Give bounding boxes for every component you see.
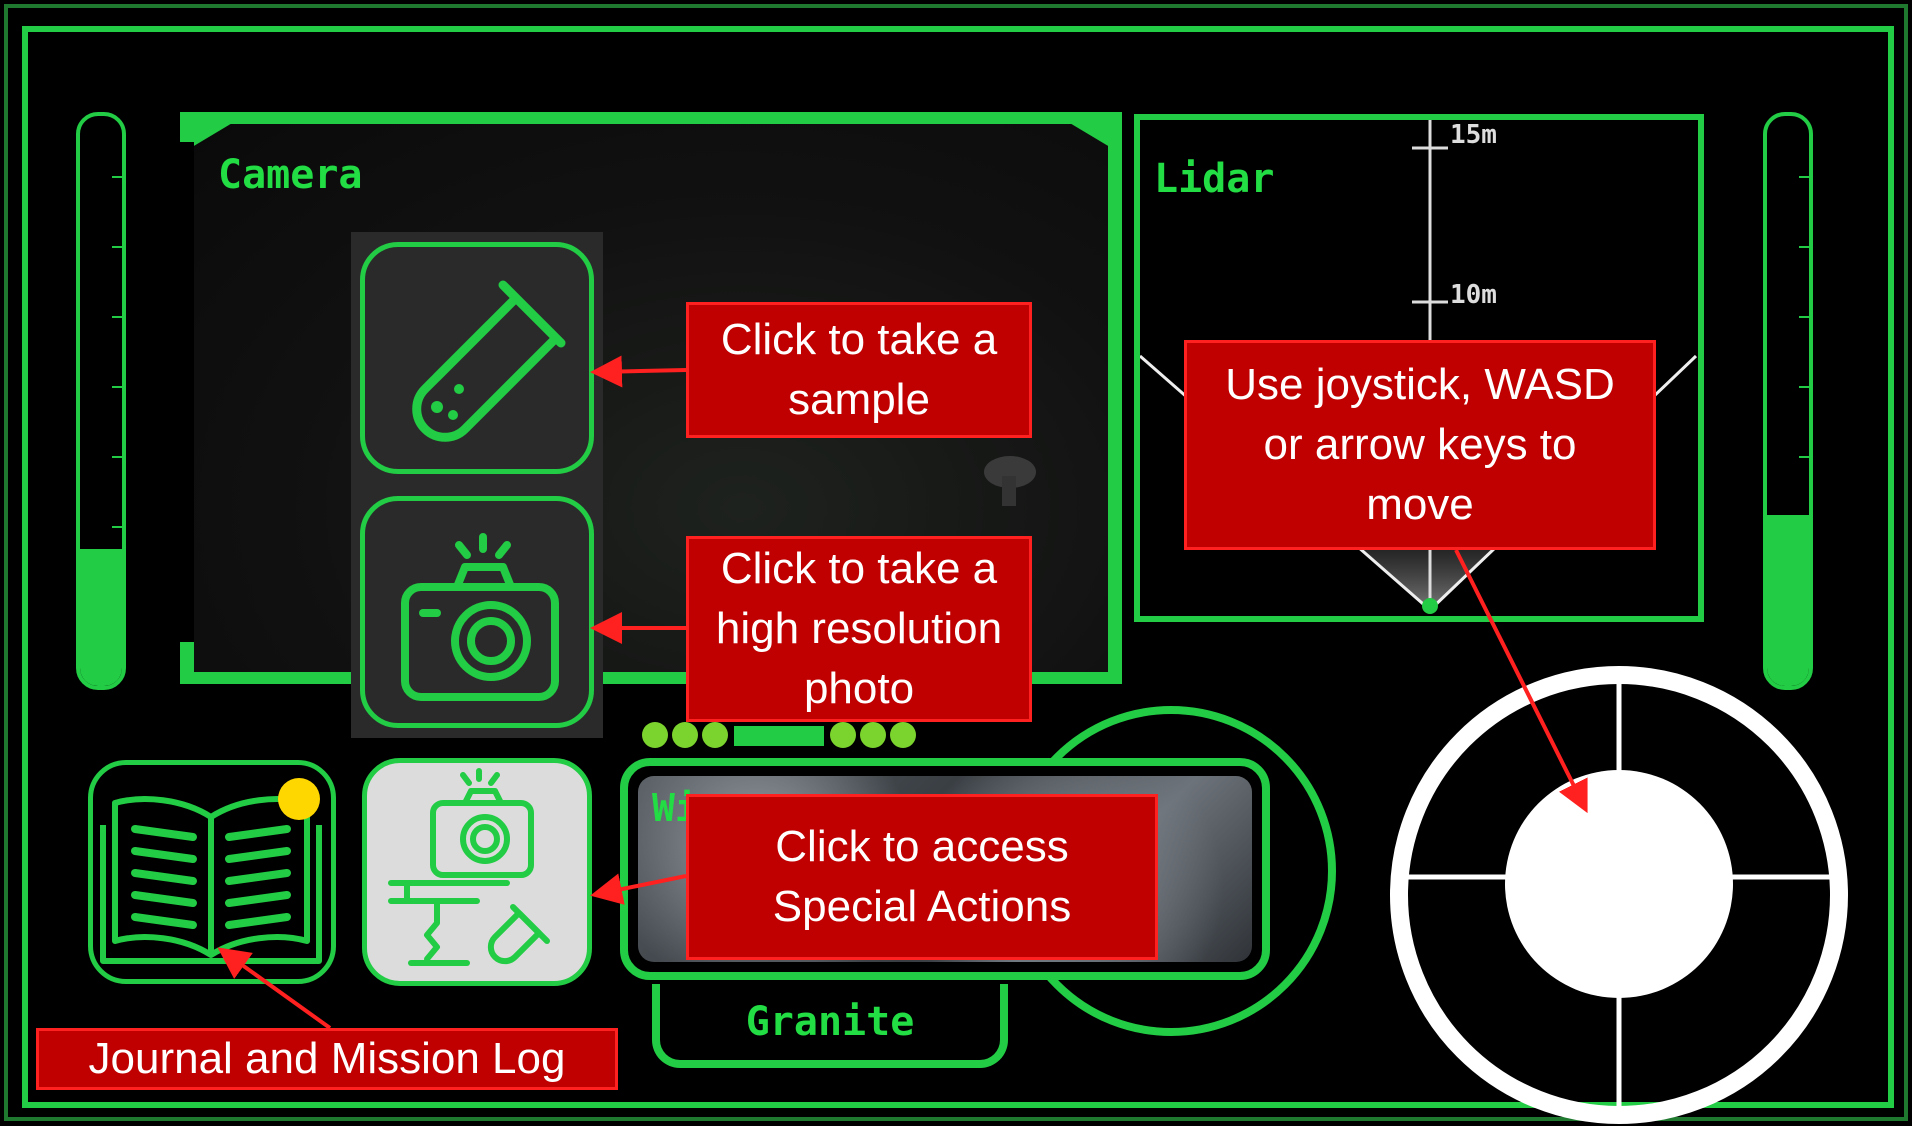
callout-arrows [217, 355, 1588, 1030]
